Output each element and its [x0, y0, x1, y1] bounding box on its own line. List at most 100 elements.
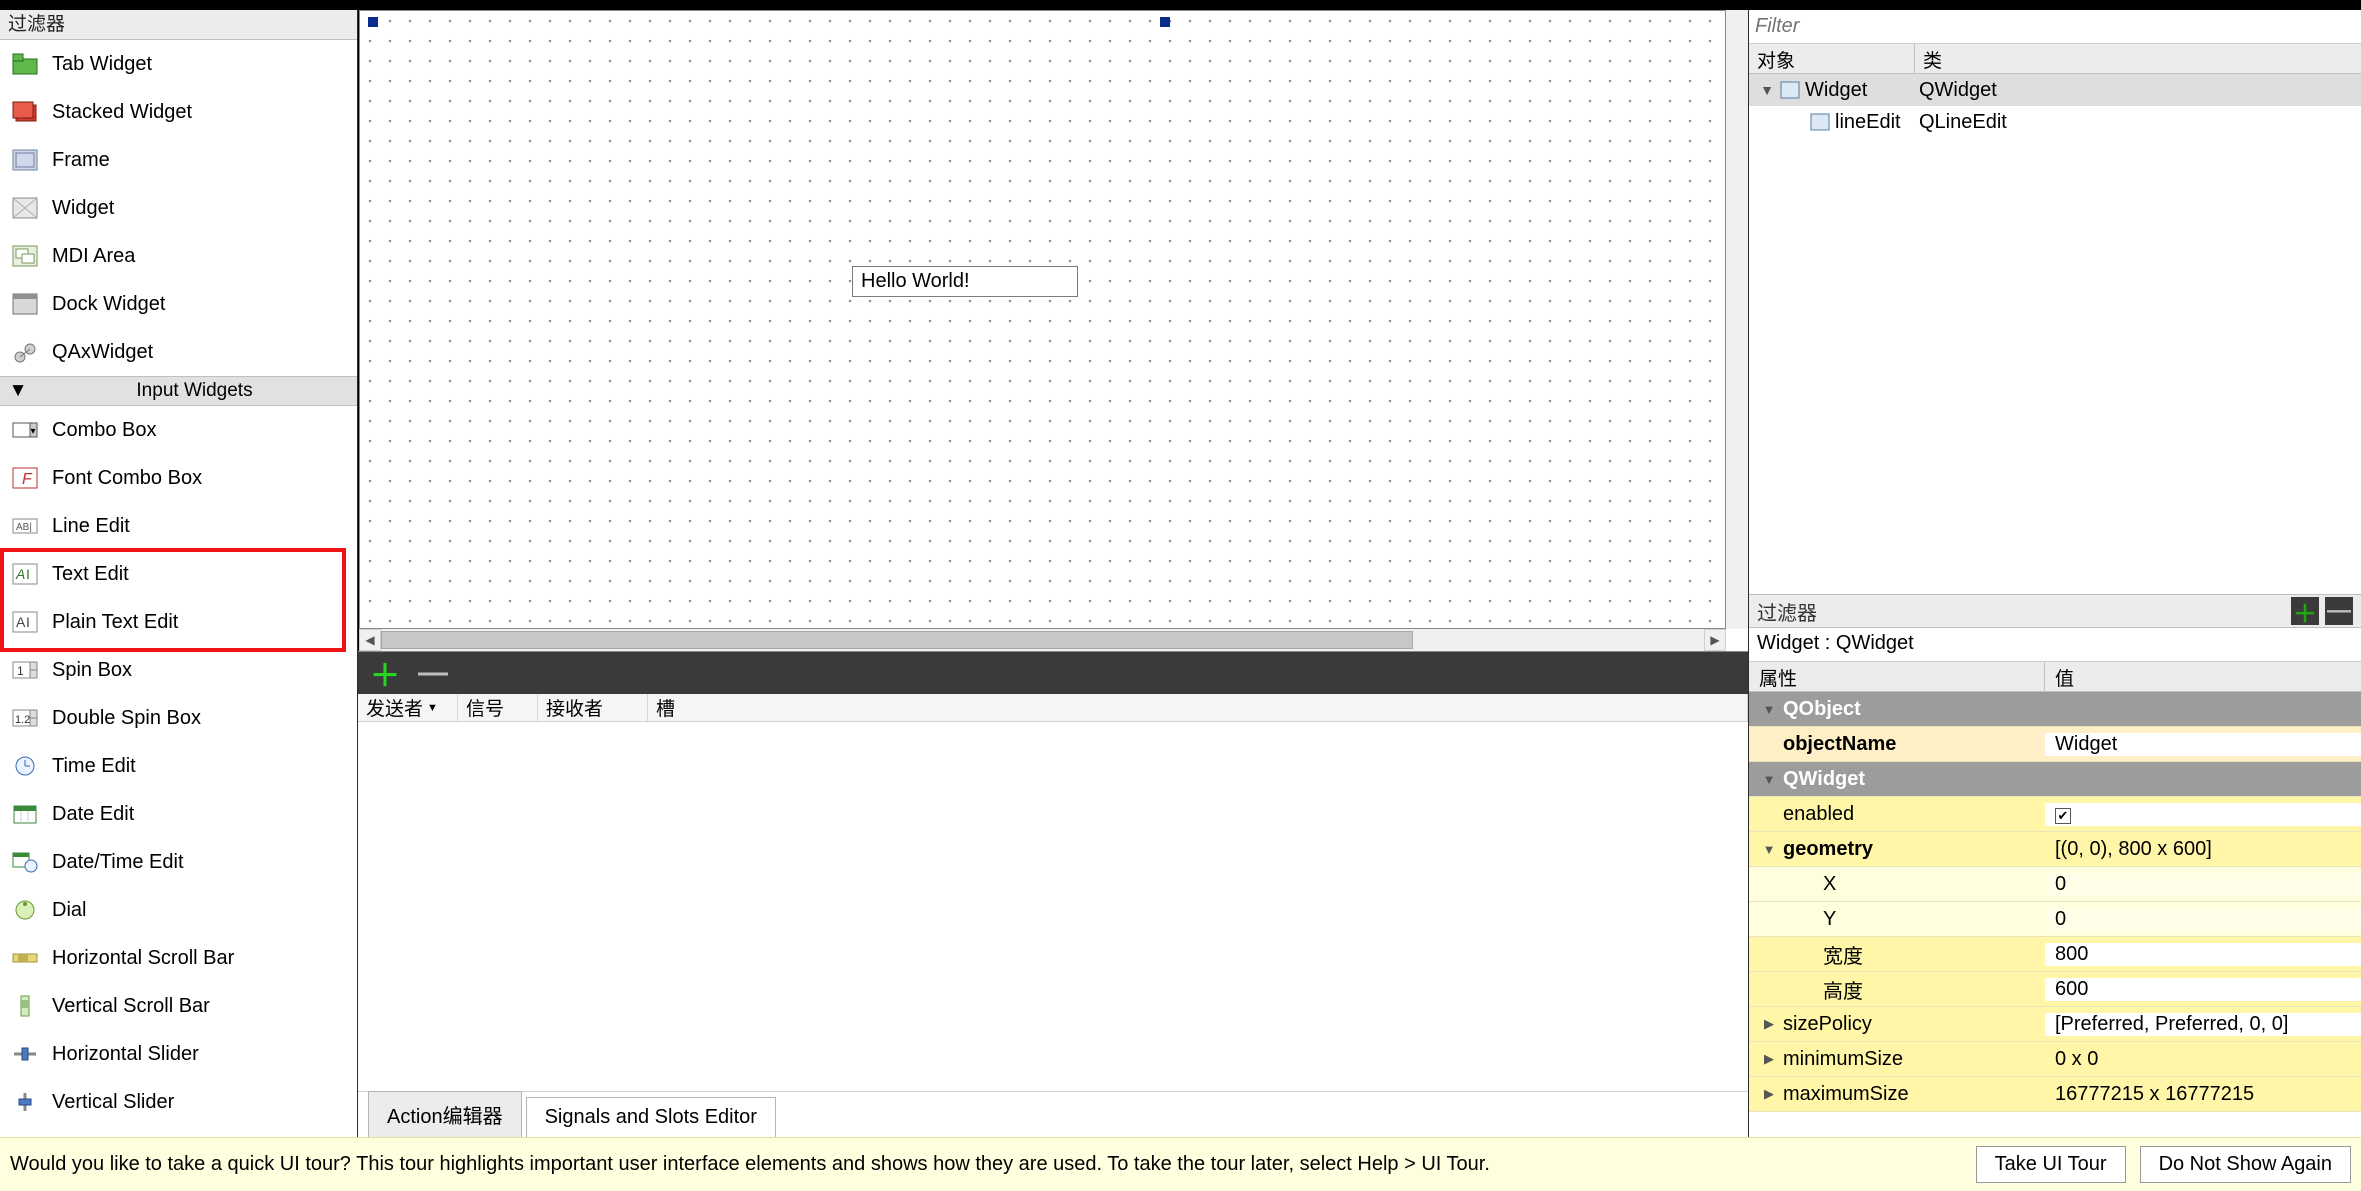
selection-handle[interactable] — [1160, 17, 1170, 27]
editor-column-headers: 发送者 ▼ 信号 接收者 槽 — [358, 694, 1748, 722]
expand-icon[interactable]: ▼ — [1759, 82, 1775, 98]
property-value[interactable]: 0 x 0 — [2055, 1048, 2098, 1070]
widget-item[interactable]: Time Edit — [0, 742, 357, 790]
property-row[interactable]: X0 — [1749, 867, 2361, 902]
widget-item[interactable]: AB|Line Edit — [0, 502, 357, 550]
selection-handle[interactable] — [368, 17, 378, 27]
remove-property-icon[interactable]: — — [2325, 597, 2353, 625]
header-sender[interactable]: 发送者 ▼ — [358, 694, 458, 721]
tab-signals-slots-editor[interactable]: Signals and Slots Editor — [526, 1097, 776, 1137]
widget-icon: F — [10, 463, 40, 493]
widget-item[interactable]: Date/Time Edit — [0, 838, 357, 886]
widget-item[interactable]: Vertical Scroll Bar — [0, 982, 357, 1030]
vertical-scrollbar[interactable] — [1726, 10, 1748, 629]
take-tour-button[interactable]: Take UI Tour — [1976, 1146, 2126, 1183]
property-row[interactable]: 高度 600 — [1749, 972, 2361, 1007]
property-row[interactable]: ▶ minimumSize 0 x 0 — [1749, 1042, 2361, 1077]
header-property-value[interactable]: 值 — [2045, 662, 2084, 691]
widget-item[interactable]: Tab Widget — [0, 40, 357, 88]
widget-item[interactable]: Dock Widget — [0, 280, 357, 328]
property-editor-title: Widget : QWidget — [1749, 628, 2361, 662]
expand-icon[interactable]: ▶ — [1761, 1086, 1777, 1102]
property-name: 高度 — [1823, 975, 1863, 1004]
header-signal[interactable]: 信号 — [458, 694, 538, 721]
widget-label: Plain Text Edit — [52, 611, 178, 634]
tab-action-editor[interactable]: Action编辑器 — [368, 1091, 522, 1137]
header-receiver[interactable]: 接收者 — [538, 694, 648, 721]
property-value[interactable]: 0 — [2055, 873, 2066, 895]
widget-item[interactable]: 1.2Double Spin Box — [0, 694, 357, 742]
widget-label: Vertical Scroll Bar — [52, 995, 210, 1018]
property-value[interactable]: 16777215 x 16777215 — [2055, 1083, 2254, 1105]
form-canvas[interactable]: Hello World! — [359, 10, 1726, 629]
property-table[interactable]: ▼QObjectobjectNameWidget▼QWidgetenabled✔… — [1749, 692, 2361, 1137]
property-row[interactable]: ▼geometry[(0, 0), 800 x 600] — [1749, 832, 2361, 867]
property-group-row[interactable]: ▼QWidget — [1749, 762, 2361, 797]
widget-icon — [10, 751, 40, 781]
horizontal-scrollbar[interactable]: ◀ ▶ — [359, 629, 1726, 651]
widget-icon — [1779, 79, 1801, 101]
property-value[interactable]: 600 — [2055, 978, 2088, 1000]
dont-show-button[interactable]: Do Not Show Again — [2140, 1146, 2351, 1183]
expand-icon[interactable]: ▶ — [1761, 1016, 1777, 1032]
widget-icon: ▾ — [10, 415, 40, 445]
widget-item[interactable]: Vertical Slider — [0, 1078, 357, 1126]
widget-item[interactable]: QAxWidget — [0, 328, 357, 376]
property-value[interactable]: [(0, 0), 800 x 600] — [2055, 838, 2212, 860]
ui-tour-bar: Would you like to take a quick UI tour? … — [0, 1137, 2361, 1191]
line-edit-widget[interactable]: Hello World! — [852, 266, 1078, 297]
widget-item[interactable]: ▾Combo Box — [0, 406, 357, 454]
widget-icon: 1.2 — [10, 703, 40, 733]
widget-item[interactable]: AIPlain Text Edit — [0, 598, 357, 646]
widget-item[interactable]: Horizontal Slider — [0, 1030, 357, 1078]
property-value[interactable]: 0 — [2055, 908, 2066, 930]
header-slot[interactable]: 槽 — [648, 694, 1748, 721]
scroll-track[interactable] — [381, 629, 1704, 651]
object-filter-input[interactable] — [1755, 12, 2355, 41]
widget-label: Date Edit — [52, 803, 134, 826]
widget-item[interactable]: Date Edit — [0, 790, 357, 838]
widget-list[interactable]: Tab WidgetStacked WidgetFrameWidgetMDI A… — [0, 40, 357, 1137]
property-row[interactable]: objectNameWidget — [1749, 727, 2361, 762]
property-name: X — [1823, 873, 1836, 896]
header-property-name[interactable]: 属性 — [1749, 662, 2045, 691]
property-value[interactable]: [Preferred, Preferred, 0, 0] — [2055, 1013, 2288, 1035]
property-row[interactable]: ▶ sizePolicy [Preferred, Preferred, 0, 0] — [1749, 1007, 2361, 1042]
widget-category-row[interactable]: ▼Input Widgets — [0, 376, 357, 406]
widget-item[interactable]: FFont Combo Box — [0, 454, 357, 502]
object-tree-row[interactable]: ▼WidgetQWidget — [1749, 74, 2361, 106]
property-group-row[interactable]: ▼QObject — [1749, 692, 2361, 727]
widget-item[interactable]: Frame — [0, 136, 357, 184]
object-tree[interactable]: ▼WidgetQWidgetlineEditQLineEdit — [1749, 74, 2361, 594]
add-icon[interactable]: ＋ — [370, 651, 400, 695]
widget-item[interactable]: MDI Area — [0, 232, 357, 280]
expand-icon[interactable]: ▼ — [1761, 842, 1777, 857]
widget-item[interactable]: AIText Edit — [0, 550, 357, 598]
header-class[interactable]: 类 — [1915, 44, 1950, 73]
property-row[interactable]: Y0 — [1749, 902, 2361, 937]
editor-body[interactable] — [358, 722, 1748, 1091]
property-name: sizePolicy — [1783, 1013, 1872, 1036]
widget-item[interactable]: Dial — [0, 886, 357, 934]
widget-item[interactable]: Widget — [0, 184, 357, 232]
checkbox-icon[interactable]: ✔ — [2055, 808, 2071, 824]
property-row[interactable]: ▶ maximumSize 16777215 x 16777215 — [1749, 1077, 2361, 1112]
property-value[interactable]: Widget — [2055, 733, 2117, 755]
scroll-right-button[interactable]: ▶ — [1704, 629, 1726, 651]
property-row[interactable]: 宽度800 — [1749, 937, 2361, 972]
object-tree-row[interactable]: lineEditQLineEdit — [1749, 106, 2361, 138]
expand-icon[interactable]: ▶ — [1761, 1051, 1777, 1067]
add-property-icon[interactable]: ＋ — [2291, 597, 2319, 625]
header-object[interactable]: 对象 — [1749, 44, 1915, 73]
property-row[interactable]: enabled✔ — [1749, 797, 2361, 832]
form-canvas-area[interactable]: Hello World! ◀ ▶ — [358, 10, 1748, 651]
widget-item[interactable]: 1Spin Box — [0, 646, 357, 694]
scroll-left-button[interactable]: ◀ — [359, 629, 381, 651]
remove-icon[interactable]: — — [418, 656, 448, 690]
property-name: maximumSize — [1783, 1083, 1909, 1106]
widget-icon — [10, 1087, 40, 1117]
widget-item[interactable]: Stacked Widget — [0, 88, 357, 136]
widget-item[interactable]: Horizontal Scroll Bar — [0, 934, 357, 982]
property-name: minimumSize — [1783, 1048, 1903, 1071]
property-value[interactable]: 800 — [2055, 943, 2088, 965]
